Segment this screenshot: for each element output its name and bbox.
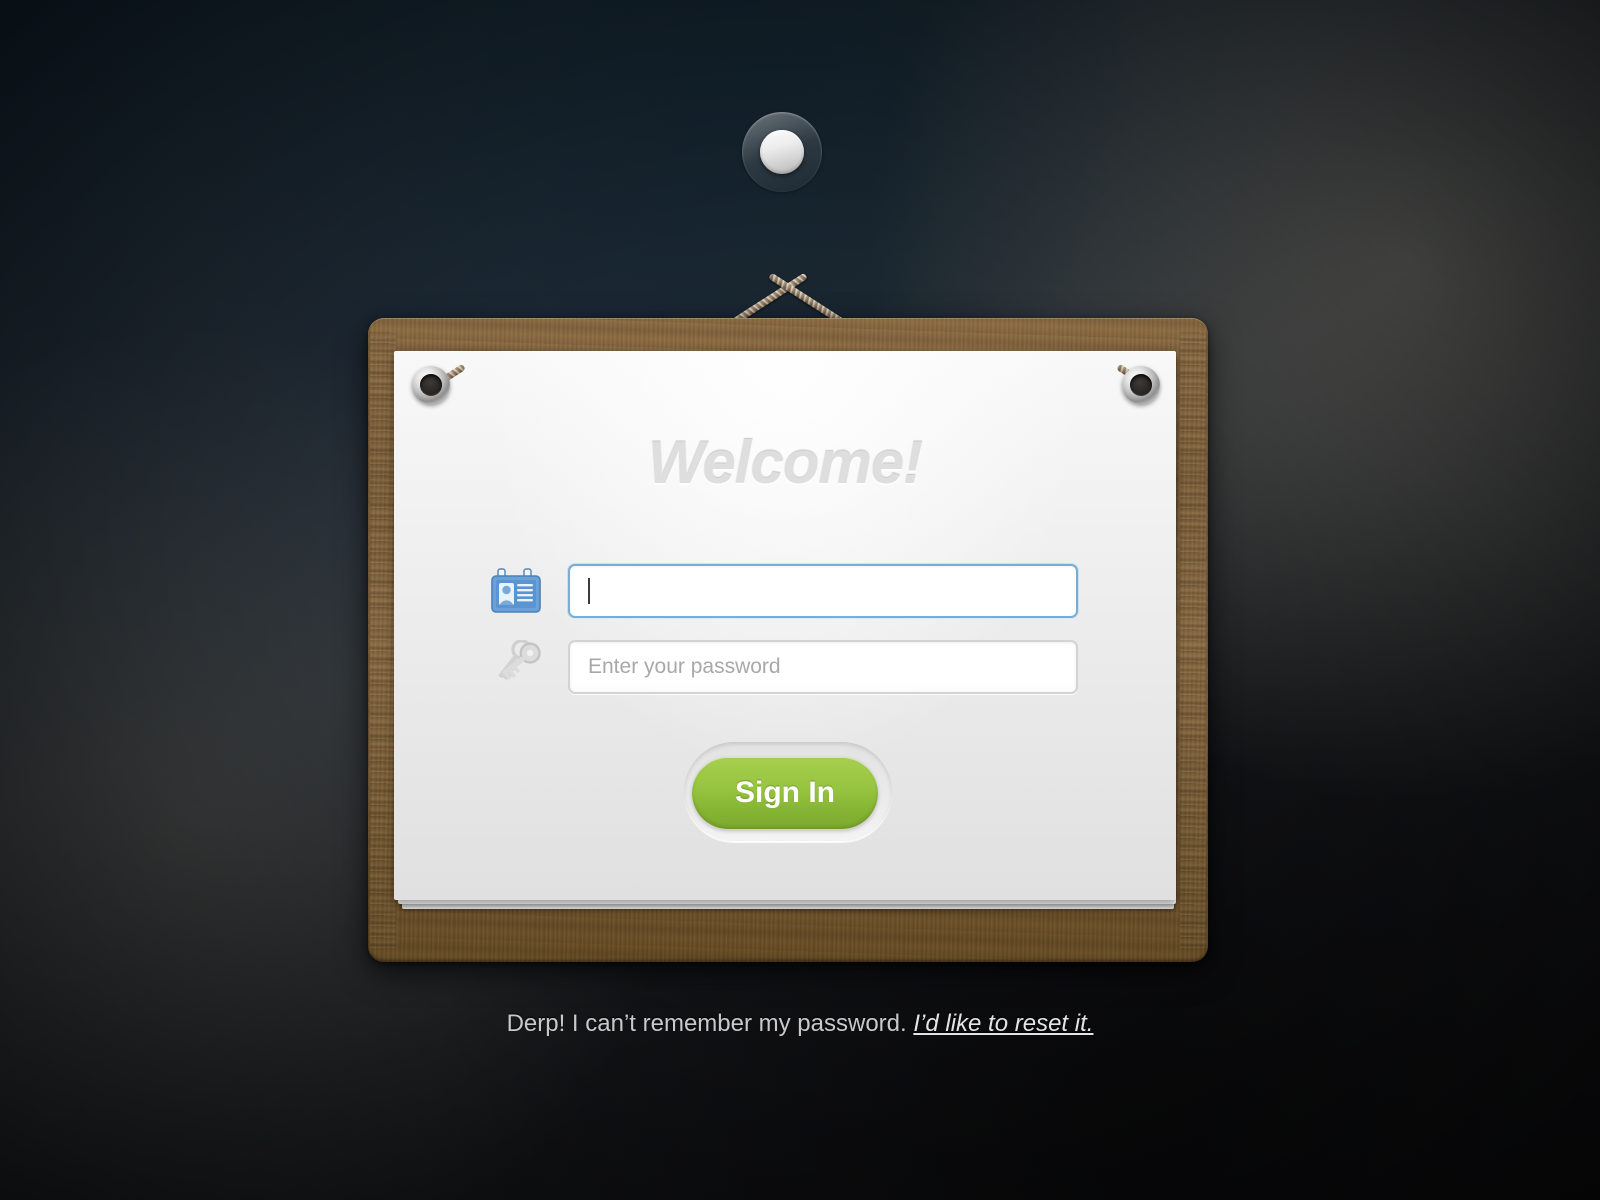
wall-hook-knob (760, 130, 804, 174)
id-badge-icon (490, 562, 568, 620)
reset-password-link[interactable]: I’d like to reset it. (913, 1010, 1093, 1037)
login-screen: Welcome! Enter your password Sign In Der… (0, 0, 1600, 1200)
wood-grain-left (370, 332, 396, 948)
password-input[interactable]: Enter your password (568, 640, 1078, 694)
grommet-right (1122, 366, 1160, 404)
page-title: Welcome! (647, 429, 923, 496)
password-row: Enter your password (490, 638, 1078, 696)
grommet-left (412, 366, 450, 404)
sign-in-button[interactable]: Sign In (692, 757, 878, 829)
username-input[interactable] (568, 564, 1078, 618)
forgot-password-message: Derp! I can’t remember my password. (506, 1010, 907, 1037)
text-caret (588, 578, 590, 604)
forgot-password-text: Derp! I can’t remember my password. I’d … (0, 1010, 1600, 1038)
keys-icon (490, 638, 568, 696)
password-placeholder: Enter your password (588, 655, 781, 678)
username-row (490, 562, 1078, 620)
wood-grain-right (1180, 332, 1206, 948)
